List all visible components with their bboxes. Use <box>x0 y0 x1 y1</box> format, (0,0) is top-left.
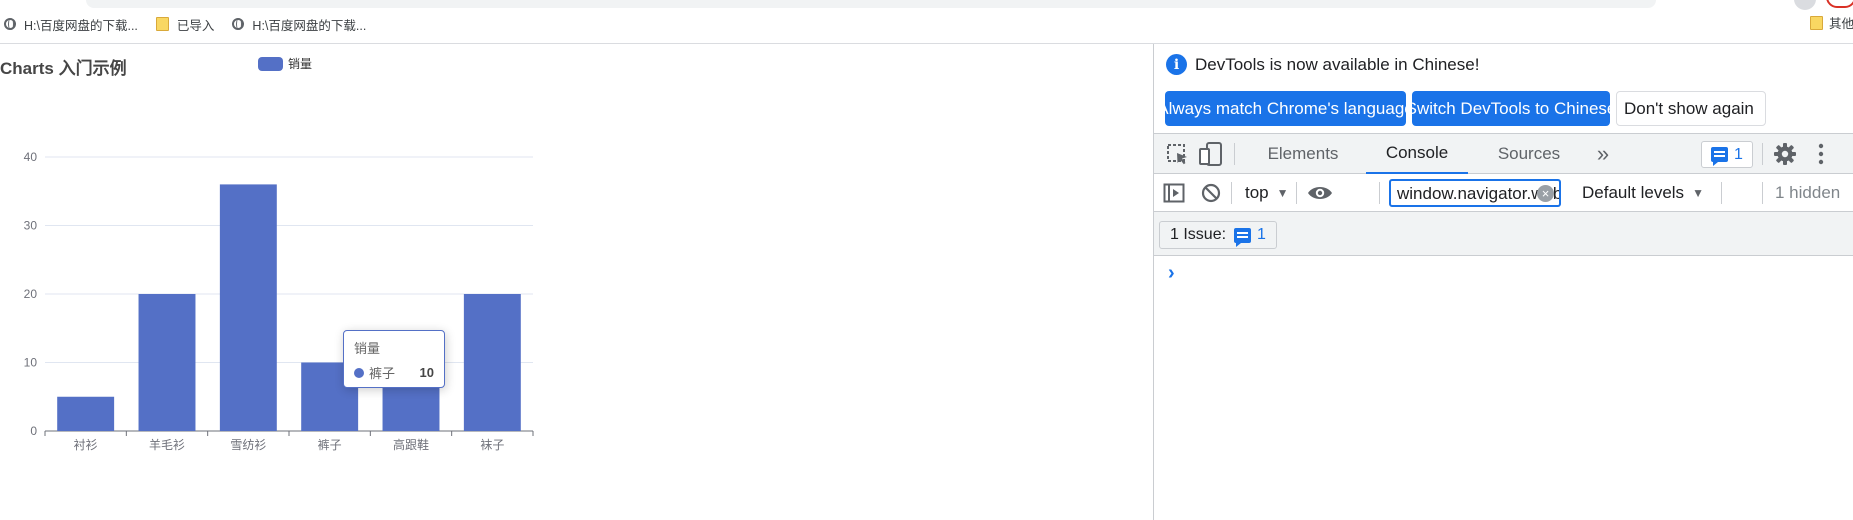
x-tick-label: 羊毛衫 <box>149 437 185 452</box>
eye-icon[interactable] <box>1307 183 1333 203</box>
browser-chrome: H:\百度网盘的下载... 已导入 H:\百度网盘的下载... 其他 <box>0 0 1853 44</box>
separator <box>1231 182 1232 204</box>
tooltip-item: 裤子 <box>369 366 396 381</box>
switch-to-chinese-button[interactable]: Switch DevTools to Chinese <box>1406 91 1616 126</box>
inspect-element-icon[interactable] <box>1166 143 1190 167</box>
update-button[interactable] <box>1826 0 1853 8</box>
message-icon <box>1234 227 1252 247</box>
devtools-tabbar: Elements Console Sources » 1 <box>1154 133 1853 174</box>
device-toolbar-icon[interactable] <box>1198 142 1224 167</box>
profile-avatar[interactable] <box>1794 0 1816 10</box>
console-filter-input[interactable] <box>1389 179 1561 207</box>
legend-label: 销量 <box>288 57 313 71</box>
clear-filter-icon[interactable]: × <box>1537 185 1554 202</box>
y-tick-label: 20 <box>24 287 38 301</box>
kebab-menu-icon[interactable] <box>1817 142 1825 166</box>
chart-title: Charts 入门示例 <box>0 59 127 78</box>
globe-icon <box>4 18 16 30</box>
dropdown-arrow-icon: ▼ <box>1692 185 1704 200</box>
separator <box>1762 182 1763 204</box>
devtools-panel: i DevTools is now available in Chinese! … <box>1153 44 1853 520</box>
y-tick-label: 0 <box>30 424 37 438</box>
x-tick-label: 衬衫 <box>74 438 98 452</box>
page-content: Charts 入门示例 销量 0 10 20 30 40 衬衫 羊毛衫 雪纺衫 裤子 高跟鞋 袜子 … <box>0 44 1153 520</box>
x-tick-label: 裤子 <box>318 438 342 452</box>
bookmark-folder[interactable]: 已导入 <box>155 15 214 34</box>
console-output[interactable]: › <box>1154 256 1853 520</box>
dropdown-arrow-icon: ▼ <box>1276 185 1289 200</box>
tab-sources[interactable]: Sources <box>1474 134 1584 174</box>
bar[interactable] <box>463 294 521 431</box>
folder-icon <box>155 17 169 31</box>
globe-icon <box>232 18 245 30</box>
bookmark-item[interactable]: H:\百度网盘的下载... <box>232 15 366 34</box>
issues-badge-button[interactable]: 1 <box>1701 141 1753 168</box>
tooltip-value: 10 <box>419 365 434 380</box>
log-levels-dropdown[interactable]: Default levels ▼ <box>1582 174 1704 211</box>
x-tick-label: 袜子 <box>480 438 504 452</box>
info-icon: i <box>1166 54 1187 75</box>
x-tick-label: 高跟鞋 <box>393 437 429 452</box>
bar[interactable] <box>138 294 196 431</box>
hidden-count: 1 hidden <box>1775 182 1841 202</box>
separator <box>1762 143 1763 165</box>
separator <box>1721 182 1722 204</box>
banner-message: i DevTools is now available in Chinese! <box>1166 54 1479 75</box>
bar-chart: 010203040衬衫 羊毛衫 雪纺衫 裤子 高跟鞋 袜子 <box>24 150 534 452</box>
y-tick-label: 40 <box>24 150 38 164</box>
tooltip-marker <box>354 367 364 378</box>
bookmarks-bar: H:\百度网盘的下载... 已导入 H:\百度网盘的下载... <box>0 13 380 35</box>
chart-tooltip: 销量 裤子 10 <box>343 330 445 388</box>
legend-swatch <box>258 56 283 71</box>
separator <box>1379 182 1380 204</box>
sidebar-toggle-icon[interactable] <box>1163 182 1185 204</box>
tab-console[interactable]: Console <box>1366 134 1468 174</box>
folder-icon <box>1810 15 1823 30</box>
console-prompt-icon: › <box>1168 262 1175 284</box>
message-icon <box>1711 147 1729 166</box>
chart-legend[interactable]: 销量 <box>258 55 312 72</box>
bar[interactable] <box>57 396 115 431</box>
tab-elements[interactable]: Elements <box>1246 134 1360 174</box>
gear-icon[interactable] <box>1773 142 1797 166</box>
tooltip-title: 销量 <box>354 341 381 356</box>
context-selector[interactable]: top ▼ <box>1245 174 1289 211</box>
console-toolbar: top ▼ × Default levels ▼ 1 hidden <box>1154 174 1853 212</box>
other-bookmarks[interactable]: 其他 <box>1810 13 1853 32</box>
separator <box>1234 143 1235 165</box>
always-match-language-button[interactable]: Always match Chrome's language <box>1157 91 1414 126</box>
issues-button[interactable]: 1 Issue: 1 <box>1159 221 1277 249</box>
bookmark-item[interactable]: H:\百度网盘的下载... <box>4 15 138 34</box>
x-tick-label: 雪纺衫 <box>230 438 266 452</box>
bar[interactable] <box>219 184 277 431</box>
y-tick-label: 10 <box>24 356 38 370</box>
address-bar[interactable] <box>86 0 1656 8</box>
separator <box>1296 182 1297 204</box>
language-banner: i DevTools is now available in Chinese! … <box>1154 44 1853 133</box>
issues-bar: 1 Issue: 1 <box>1154 212 1853 256</box>
clear-console-icon[interactable] <box>1200 182 1222 204</box>
y-tick-label: 30 <box>24 219 38 233</box>
tooltip-row: 裤子 10 <box>354 363 434 382</box>
more-tabs-button[interactable]: » <box>1588 134 1618 174</box>
dont-show-again-button[interactable]: Don't show again <box>1616 91 1766 126</box>
